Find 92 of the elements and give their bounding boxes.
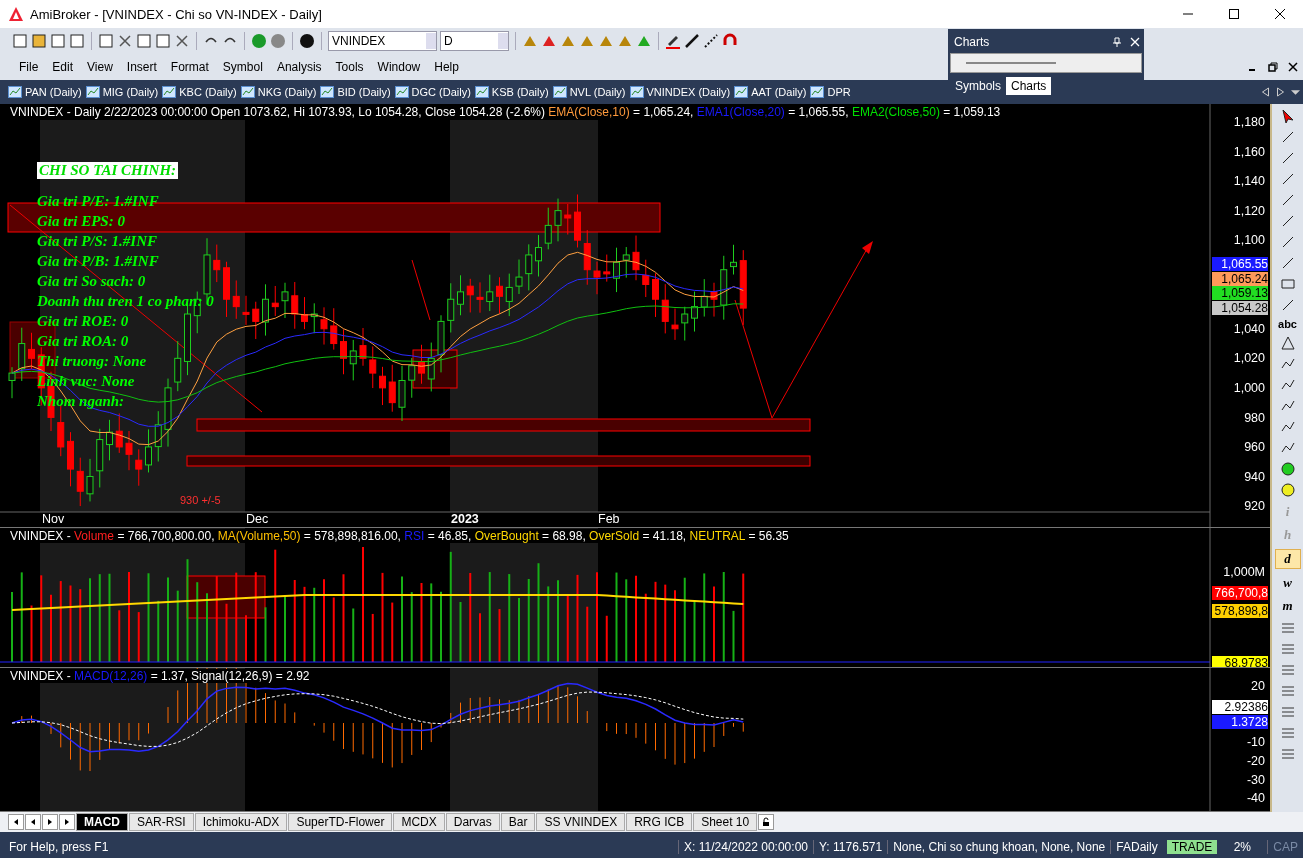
price-label: 1,065.55 [1212, 257, 1268, 271]
overlay-line: Gia tri So sach: 0 [37, 272, 146, 291]
axis-tick-label: 940 [1244, 469, 1265, 484]
axis-tick-label: 20 [1251, 679, 1265, 693]
value-label: 766,700,8 [1212, 586, 1268, 600]
symbol-tab[interactable]: VNINDEX (Daily) [627, 86, 733, 98]
value-label: 1.3728 [1212, 715, 1268, 729]
status-percent: 2% [1232, 840, 1252, 854]
interval-button[interactable]: m [1275, 597, 1300, 615]
status-help: For Help, press F1 [8, 840, 110, 854]
symbol-tab[interactable]: DGC (Daily) [392, 86, 473, 98]
date-label: 2023 [451, 512, 479, 526]
date-label: Nov [42, 512, 65, 526]
axis-tick-label: 1,160 [1233, 144, 1265, 159]
sheet-tab[interactable]: MCDX [393, 813, 445, 831]
value-label: 68.9783 [1212, 656, 1268, 667]
interval-button[interactable]: w [1275, 574, 1300, 592]
overlay-line: Gia tri P/S: 1.#INF [37, 232, 157, 251]
axis-tick-label: -40 [1246, 791, 1265, 806]
axis-tick-label: 1,020 [1233, 351, 1265, 366]
sheet-tab[interactable]: MACD [76, 813, 128, 831]
menu-item[interactable]: Insert [119, 60, 164, 74]
overlay-line: Gia tri ROA: 0 [37, 332, 129, 351]
sheet-tab[interactable]: RRG ICB [626, 813, 693, 831]
sheet-tab[interactable]: SuperTD-Flower [288, 813, 393, 831]
axis-tick-label: -30 [1246, 772, 1265, 787]
panel-tab[interactable]: Symbols [950, 77, 1006, 95]
symbol-tab[interactable]: AAT (Daily) [732, 86, 809, 98]
interval-button[interactable]: d [1274, 549, 1301, 569]
panel-title: Charts [954, 35, 990, 49]
overlay-line: Gia tri P/B: 1.#INF [37, 252, 159, 271]
price-label: 1,059.13 [1212, 286, 1268, 300]
overlay-title: CHI SO TAI CHINH: [37, 162, 179, 179]
interval-combo[interactable]: D [440, 31, 509, 51]
menu-item[interactable]: Analysis [269, 60, 329, 74]
menu-item[interactable]: Format [163, 60, 216, 74]
sheet-tab[interactable]: Bar [500, 813, 536, 831]
menu-item[interactable]: Symbol [215, 60, 270, 74]
overlay-line: Gia tri P/E: 1.#INF [37, 192, 159, 211]
menu-item[interactable]: File [12, 60, 46, 74]
axis-tick-label: 1,180 [1233, 115, 1265, 129]
symbol-tab[interactable]: NKG (Daily) [238, 86, 319, 98]
axis-tick-label: -20 [1246, 753, 1265, 768]
axis-tick-label: 1,140 [1233, 174, 1265, 189]
symbol-tab[interactable]: PAN (Daily) [6, 86, 84, 98]
axis-tick-label: 1,100 [1233, 233, 1265, 248]
price-label: 1,054.28 [1212, 300, 1268, 315]
trade-mode: TRADE [1166, 840, 1218, 854]
axis-tick-label: 960 [1244, 440, 1265, 455]
axis-tick-label: 1,000M [1223, 565, 1265, 579]
overlay-line: Gia tri ROE: 0 [37, 312, 129, 331]
status-y: Y: 1176.571 [813, 840, 888, 854]
date-label: Feb [598, 512, 620, 526]
value-label: 2.92386 [1212, 700, 1268, 714]
chart-header: VNINDEX - Daily 2/22/2023 00:00:00 Open 1073.62, Hi 1073.93, Lo 1054.28, Close 1054.28 (-2.6%) EMA(Close,10) = 1,065.24, EMA1(Close,20) = 1,065.55, EMA2(Close,50) = 1,059.13 [10, 105, 1001, 119]
value-label: 578,898,8 [1212, 604, 1268, 618]
symbol-combo[interactable]: VNINDEX [328, 31, 437, 51]
menu-item[interactable]: Edit [45, 60, 81, 74]
sheet-tab[interactable]: Ichimoku-ADX [194, 813, 288, 831]
price-label: 1,065.24 [1212, 271, 1268, 286]
chart-header: VNINDEX - Volume = 766,700,800.00, MA(Volume,50) = 578,898,816.00, RSI = 46.85, OverBought = 68.98, OverSold = 41.18, NEUTRAL = 56.35 [10, 529, 789, 543]
chart-header: VNINDEX - MACD(12,26) = 1.37, Signal(12,26,9) = 2.92 [10, 669, 310, 683]
sheet-tab[interactable]: SAR-RSI [129, 813, 194, 831]
symbol-tab[interactable]: MIG (Daily) [83, 86, 161, 98]
text-tool[interactable]: abc [1278, 318, 1297, 330]
menu-item[interactable]: View [80, 60, 120, 74]
sheet-tab[interactable]: Darvas [445, 813, 500, 831]
axis-tick-label: 920 [1244, 499, 1265, 514]
sheet-tab[interactable]: SS VNINDEX [536, 813, 626, 831]
overlay-line: Gia tri EPS: 0 [37, 212, 125, 231]
status-x: X: 11/24/2022 00:00:00 [678, 840, 813, 854]
panel-tab[interactable]: Charts [1006, 77, 1052, 95]
date-label: Dec [246, 512, 269, 526]
axis-tick-label: 1,000 [1233, 380, 1265, 395]
caps-indicator: CAP [1267, 840, 1303, 854]
symbol-tab[interactable]: BID (Daily) [318, 86, 393, 98]
axis-tick-label: 980 [1244, 410, 1265, 425]
window-title: AmiBroker - [VNINDEX - Chi so VN-INDEX - Daily] [30, 6, 322, 22]
symbol-tab[interactable]: KBC (Daily) [160, 86, 239, 98]
symbol-tab[interactable]: DPR [808, 86, 853, 98]
symbol-tab[interactable]: NVL (Daily) [550, 86, 628, 98]
axis-tick-label: 1,120 [1233, 203, 1265, 218]
sheet-tab[interactable]: Sheet 10 [693, 813, 758, 831]
menu-item[interactable]: Window [370, 60, 428, 74]
axis-tick-label: 1,040 [1233, 321, 1265, 336]
menu-item[interactable]: Tools [328, 60, 371, 74]
status-layout: FADaily [1110, 840, 1163, 854]
axis-tick-label: -10 [1246, 735, 1265, 750]
annotation-label: 930 +/-5 [180, 494, 221, 506]
menu-item[interactable]: Help [427, 60, 466, 74]
status-info: None, Chi so chung khoan, None, None [887, 840, 1111, 854]
symbol-tab[interactable]: KSB (Daily) [472, 86, 551, 98]
